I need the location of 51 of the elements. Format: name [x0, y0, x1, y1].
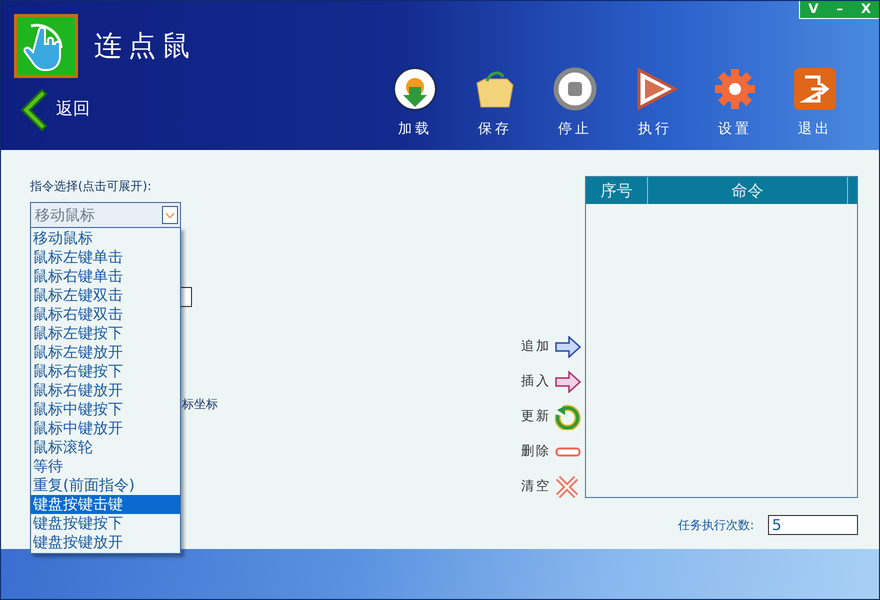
repeat-count-field[interactable]: 5 [768, 515, 858, 535]
dropdown-option[interactable]: 鼠标左键单击 [31, 248, 180, 267]
toolbar-button[interactable]: 退出 [793, 67, 837, 140]
exit-icon [793, 67, 837, 111]
toolbar-button[interactable]: 设置 [713, 67, 757, 140]
action-button[interactable]: 清空 [521, 476, 581, 498]
column-header: 序号 [586, 177, 648, 204]
dropdown-option[interactable]: 鼠标左键双击 [31, 286, 180, 305]
dropdown-option[interactable]: 键盘按键击键 [31, 495, 180, 514]
action-button[interactable]: 删除 [521, 441, 581, 463]
caret-icon [162, 206, 178, 224]
dropdown-option[interactable]: 鼠标左键放开 [31, 343, 180, 362]
window-control[interactable]: X [860, 1, 871, 18]
back-button[interactable]: 返回 [18, 88, 90, 132]
dropdown-option[interactable]: 重复(前面指令) [31, 476, 180, 495]
dropdown-option[interactable]: 鼠标右键按下 [31, 362, 180, 381]
toolbar-button[interactable]: 加载 [393, 67, 437, 140]
close-icon [555, 475, 579, 499]
command-dropdown[interactable]: 移动鼠标 [30, 202, 181, 228]
dropdown-option[interactable]: 鼠标中键放开 [31, 419, 180, 438]
dropdown-option[interactable]: 鼠标右键双击 [31, 305, 180, 324]
stop-icon [553, 67, 597, 111]
toolbar-button[interactable]: 停止 [553, 67, 597, 140]
command-label: 指令选择(点击可展开): [30, 178, 152, 195]
dropdown-option[interactable]: 鼠标右键放开 [31, 381, 180, 400]
window-control[interactable]: – [836, 1, 843, 18]
arrow-right-icon [555, 336, 581, 358]
dropdown-option[interactable]: 键盘按键放开 [31, 533, 180, 552]
arrow-right-icon [555, 371, 581, 393]
toolbar-button[interactable]: 保存 [473, 67, 517, 140]
action-button[interactable]: 插入 [521, 371, 581, 393]
dropdown-option[interactable]: 等待 [31, 457, 180, 476]
dropdown-option[interactable]: 鼠标右键单击 [31, 267, 180, 286]
dropdown-option[interactable]: 鼠标左键按下 [31, 324, 180, 343]
refresh-icon [555, 404, 581, 430]
action-button[interactable]: 追加 [521, 336, 581, 358]
dropdown-option[interactable]: 移动鼠标 [31, 229, 180, 248]
minus-icon [555, 447, 581, 457]
window-control[interactable]: V [808, 1, 818, 18]
coordinate-label: 标坐标 [182, 396, 219, 413]
download-icon [393, 67, 437, 111]
action-button[interactable]: 更新 [521, 406, 581, 428]
gear-icon [713, 67, 757, 111]
column-header: 命令 [648, 177, 848, 204]
dropdown-option[interactable]: 鼠标中键按下 [31, 400, 180, 419]
dropdown-option[interactable]: 鼠标滚轮 [31, 438, 180, 457]
dropdown-option[interactable]: 键盘按键按下 [31, 514, 180, 533]
app-title: 连点鼠 [94, 28, 196, 64]
repeat-count-label: 任务执行次数: [678, 517, 754, 534]
toolbar-button[interactable]: 执行 [633, 67, 677, 140]
chevron-left-icon [18, 88, 48, 132]
